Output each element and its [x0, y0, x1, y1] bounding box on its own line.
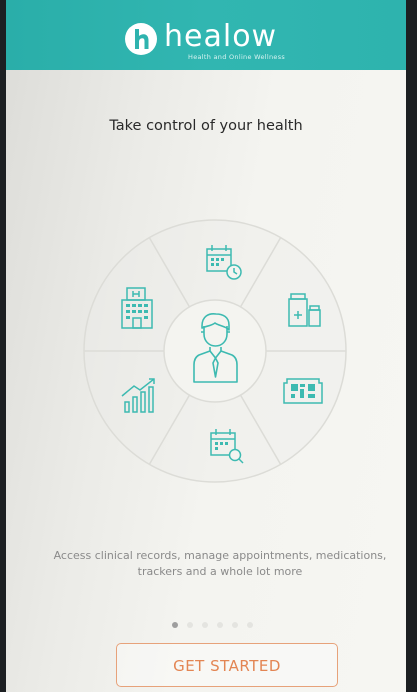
- logo-tagline: Health and Online Wellness: [188, 53, 286, 61]
- description-line-2: trackers and a whole lot more: [137, 565, 303, 578]
- feature-wheel: [83, 219, 347, 483]
- healow-logo-icon: [125, 23, 157, 55]
- intro-title: Take control of your health: [109, 118, 303, 134]
- description-line-1: Access clinical records, manage appointm…: [53, 549, 387, 562]
- page-dot-1[interactable]: [172, 622, 178, 628]
- intro-description: Access clinical records, manage appointm…: [42, 548, 398, 580]
- page-dot-4[interactable]: [217, 622, 223, 628]
- wheel-center-circle: [163, 299, 267, 403]
- page-dot-2[interactable]: [187, 622, 193, 628]
- page-indicator: [172, 622, 253, 628]
- page-dot-6[interactable]: [247, 622, 253, 628]
- healow-logo: healow Health and Online Wellness: [124, 22, 285, 68]
- page-dot-3[interactable]: [202, 622, 208, 628]
- get-started-button[interactable]: GET STARTED: [116, 643, 338, 687]
- page-dot-5[interactable]: [232, 622, 238, 628]
- logo-wordmark: healow: [164, 19, 278, 54]
- app-screen: healow Health and Online Wellness Take c…: [6, 0, 406, 692]
- device-bezel-right: [406, 0, 417, 692]
- app-header: healow Health and Online Wellness: [6, 0, 406, 70]
